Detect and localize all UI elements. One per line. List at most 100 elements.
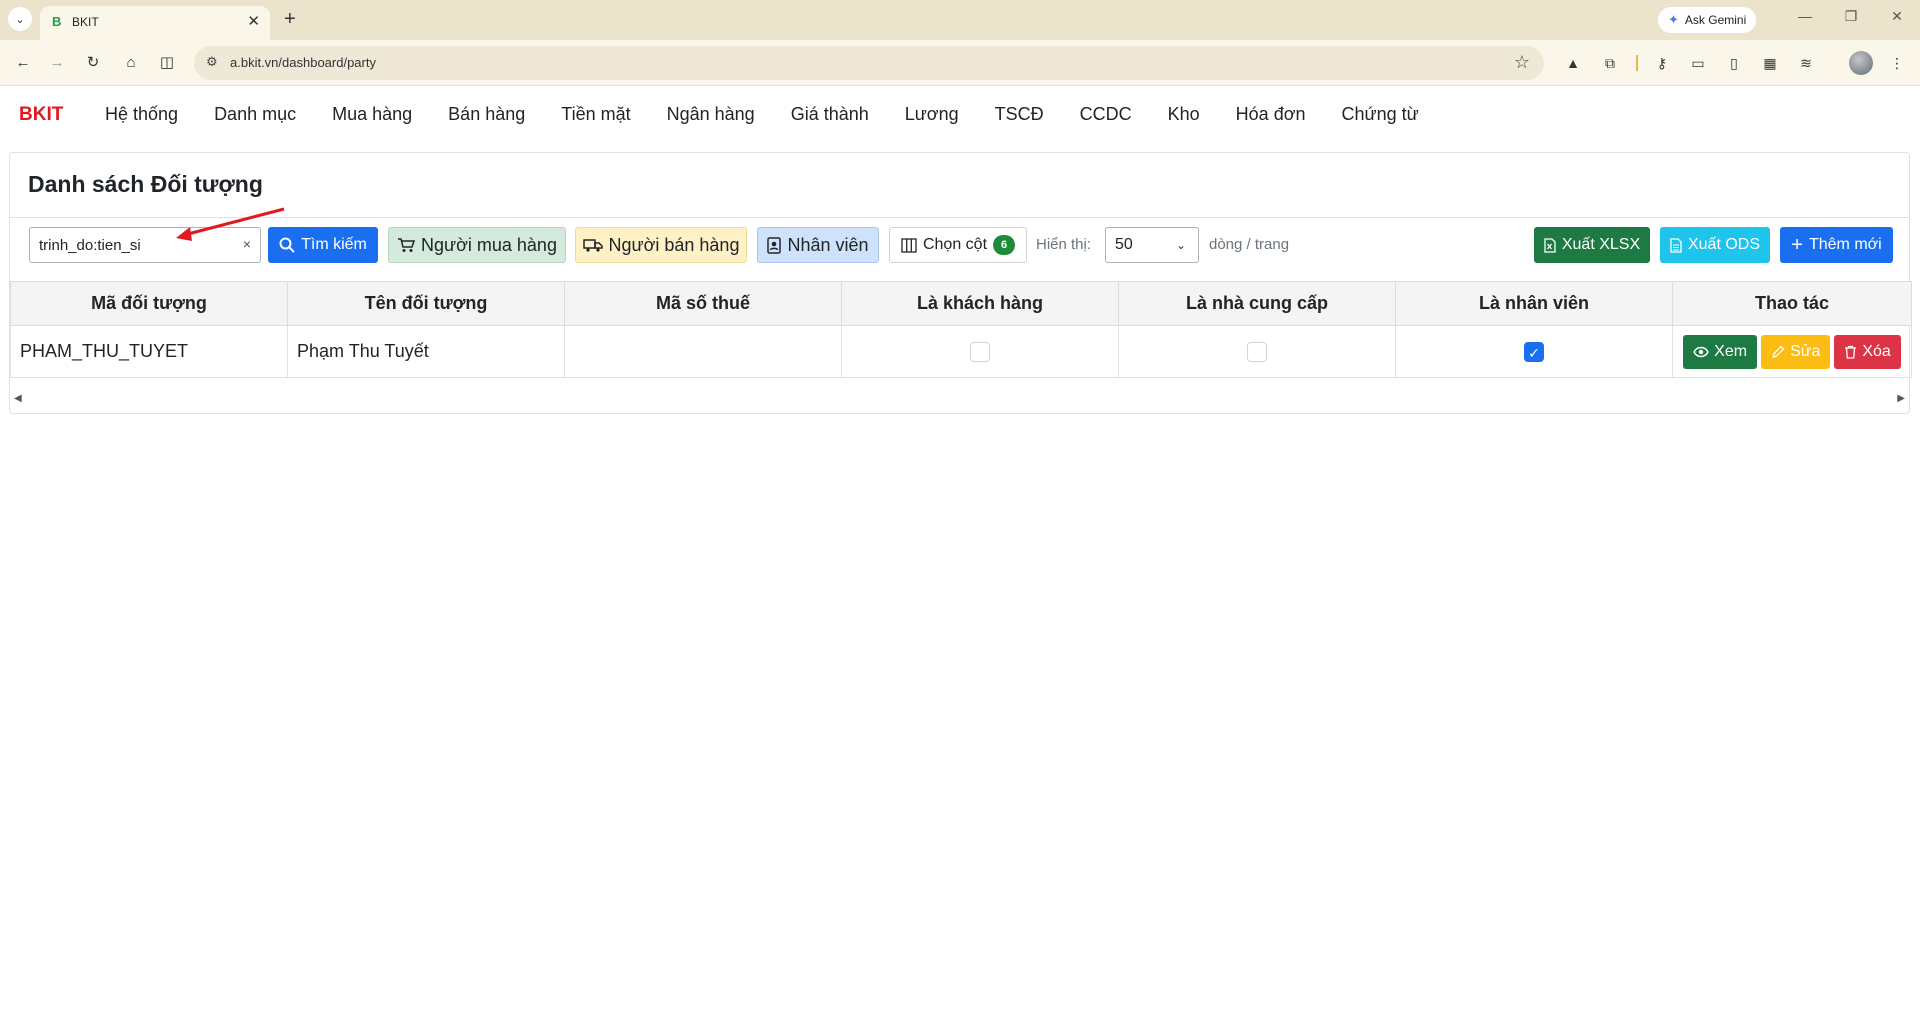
back-arrow-icon[interactable]: ← <box>12 52 34 74</box>
filter-staff-label: Nhân viên <box>787 234 869 255</box>
chevron-down-icon: ⌄ <box>1175 238 1186 252</box>
choose-columns-label: Chọn cột <box>922 236 988 253</box>
scroll-left-icon[interactable]: ◀ <box>14 393 22 404</box>
page-size-select[interactable]: 50 ⌄ <box>1105 227 1199 263</box>
filter-staff-button[interactable]: Nhân viên <box>757 227 879 263</box>
performance-icon[interactable]: ≋ <box>1795 52 1817 74</box>
reload-icon[interactable]: ↻ <box>82 52 104 74</box>
cell-is-employee: ✓ <box>1395 325 1673 378</box>
menu-luong[interactable]: Lương <box>905 104 959 125</box>
menu-ban-hang[interactable]: Bán hàng <box>448 104 525 125</box>
extensions-puzzle-icon[interactable]: ⧉ <box>1599 52 1621 74</box>
is-supplier-checkbox[interactable] <box>1247 342 1267 363</box>
main-menu: Hệ thống Danh mục Mua hàng Bán hàng Tiền… <box>105 104 1455 125</box>
search-button-label: Tìm kiếm <box>301 236 367 253</box>
cart-icon <box>398 238 416 252</box>
col-header-is-supplier[interactable]: Là nhà cung cấp <box>1118 281 1396 326</box>
party-list-card: Danh sách Đối tượng × Tìm kiếm Người mua… <box>9 152 1912 414</box>
plus-icon: + <box>1791 234 1803 256</box>
tab-layout-icon[interactable]: ▦ <box>1759 52 1781 74</box>
gemini-sparkle-icon: ✦ <box>1668 12 1679 27</box>
menu-mua-hang[interactable]: Mua hàng <box>332 104 412 125</box>
menu-tscd[interactable]: TSCĐ <box>995 104 1044 125</box>
menu-hoa-don[interactable]: Hóa đơn <box>1236 104 1306 125</box>
add-new-button[interactable]: + Thêm mới <box>1780 227 1893 263</box>
filter-seller-label: Người bán hàng <box>608 234 740 255</box>
eye-icon <box>1693 346 1709 357</box>
is-employee-checkbox[interactable]: ✓ <box>1524 342 1544 363</box>
truck-icon <box>582 239 603 252</box>
edit-button[interactable]: Sửa <box>1761 334 1831 369</box>
export-ods-button[interactable]: Xuất ODS <box>1660 227 1770 263</box>
export-xlsx-label: Xuất XLSX <box>1561 236 1641 253</box>
menu-kho[interactable]: Kho <box>1168 104 1200 125</box>
columns-icon <box>901 237 917 253</box>
col-header-is-customer[interactable]: Là khách hàng <box>841 281 1119 326</box>
view-button-label: Xem <box>1714 342 1748 360</box>
cell-is-customer <box>841 325 1119 378</box>
col-header-name[interactable]: Tên đối tượng <box>287 281 565 326</box>
tab-search-menu-button[interactable]: ⌄ <box>8 7 32 31</box>
url-text[interactable]: a.bkit.vn/dashboard/party <box>230 55 376 70</box>
address-bar[interactable]: ⚙ a.bkit.vn/dashboard/party ☆ <box>194 46 1544 80</box>
filter-buyer-button[interactable]: Người mua hàng <box>388 227 566 263</box>
filter-buyer-label: Người mua hàng <box>421 234 557 255</box>
minimize-window-button[interactable]: — <box>1790 8 1820 24</box>
ask-gemini-label: Ask Gemini <box>1684 13 1747 27</box>
export-xlsx-button[interactable]: Xuất XLSX <box>1534 227 1650 263</box>
tab-favicon: B <box>52 14 62 29</box>
page-size-label: Hiển thị: <box>1036 236 1092 253</box>
menu-ngan-hang[interactable]: Ngân hàng <box>667 104 755 125</box>
close-window-button[interactable]: ✕ <box>1882 8 1912 25</box>
new-tab-button[interactable]: + <box>284 8 296 30</box>
is-customer-checkbox[interactable] <box>970 342 990 363</box>
menu-chung-tu[interactable]: Chứng từ <box>1342 104 1419 125</box>
menu-he-thong[interactable]: Hệ thống <box>105 104 178 125</box>
add-new-label: Thêm mới <box>1808 236 1882 253</box>
edit-button-label: Sửa <box>1790 342 1821 360</box>
password-key-icon[interactable]: ⚷ <box>1651 52 1673 74</box>
table-header-row: Mã đối tượng Tên đối tượng Mã số thuế Là… <box>10 281 1912 326</box>
col-header-code[interactable]: Mã đối tượng <box>10 281 288 326</box>
browser-tab-bar: ⌄ B BKIT ✕ + ✦ Ask Gemini — ❐ ✕ <box>0 0 1920 40</box>
site-info-icon[interactable]: ⚙ <box>206 54 218 70</box>
payment-card-icon[interactable]: ▭ <box>1687 52 1709 74</box>
menu-ccdc[interactable]: CCDC <box>1080 104 1132 125</box>
bookmark-star-icon[interactable]: ☆ <box>1514 52 1530 73</box>
annotation-arrow-icon <box>176 207 285 241</box>
extension-mountain-icon[interactable]: ▲ <box>1562 52 1584 74</box>
columns-count-badge: 6 <box>993 235 1016 255</box>
delete-button[interactable]: Xóa <box>1834 334 1901 369</box>
export-ods-label: Xuất ODS <box>1687 236 1761 253</box>
id-badge-icon <box>767 236 782 254</box>
col-header-tax-code[interactable]: Mã số thuế <box>564 281 842 326</box>
forward-arrow-icon[interactable]: → <box>46 52 68 74</box>
restore-window-button[interactable]: ❐ <box>1836 8 1866 25</box>
menu-danh-muc[interactable]: Danh mục <box>214 104 296 125</box>
profile-avatar[interactable] <box>1849 51 1873 75</box>
col-header-is-employee[interactable]: Là nhân viên <box>1395 281 1673 326</box>
menu-gia-thanh[interactable]: Giá thành <box>791 104 869 125</box>
brand-logo[interactable]: BKIT <box>19 104 63 126</box>
horizontal-scrollbar[interactable]: ◀ ▶ <box>10 393 1909 407</box>
scroll-right-icon[interactable]: ▶ <box>1897 393 1905 404</box>
more-menu-icon[interactable]: ⋮ <box>1886 52 1908 74</box>
spreadsheet-file-icon <box>1670 237 1682 253</box>
browser-tab[interactable]: B BKIT ✕ <box>40 6 270 40</box>
menu-tien-mat[interactable]: Tiền mặt <box>561 104 630 125</box>
ask-gemini-button[interactable]: ✦ Ask Gemini <box>1658 7 1757 33</box>
home-icon[interactable]: ⌂ <box>120 52 142 74</box>
split-view-icon[interactable]: ◫ <box>156 52 178 74</box>
cell-code: PHAM_THU_TUYET <box>10 325 288 378</box>
toolbar-separator <box>1636 55 1638 71</box>
cell-tax-code <box>564 325 842 378</box>
view-button[interactable]: Xem <box>1683 334 1758 369</box>
page-title: Danh sách Đối tượng <box>28 171 263 197</box>
app-navbar: BKIT Hệ thống Danh mục Mua hàng Bán hàng… <box>0 86 1920 144</box>
choose-columns-button[interactable]: Chọn cột 6 <box>889 227 1027 263</box>
excel-file-icon <box>1544 237 1556 253</box>
cell-name: Phạm Thu Tuyết <box>287 325 565 378</box>
reading-mode-icon[interactable]: ▯ <box>1723 52 1745 74</box>
tab-close-icon[interactable]: ✕ <box>247 12 260 30</box>
filter-seller-button[interactable]: Người bán hàng <box>575 227 747 263</box>
